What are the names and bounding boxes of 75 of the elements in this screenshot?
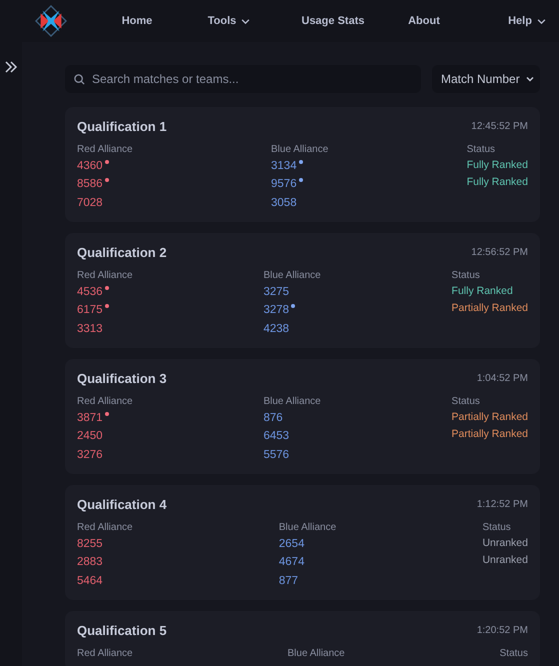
- expand-sidebar-icon[interactable]: [4, 60, 18, 74]
- column-header: Status: [452, 268, 480, 282]
- column-header: Status: [500, 646, 528, 660]
- team-number: 3134: [271, 156, 303, 175]
- sort-dropdown[interactable]: Match Number: [432, 65, 540, 93]
- ranking-status: Partially Ranked: [452, 426, 528, 442]
- column-header: Red Alliance: [77, 268, 133, 282]
- column-header: Red Alliance: [77, 142, 133, 156]
- ranking-status: Partially Ranked: [452, 300, 528, 316]
- match-time: 12:45:52 PM: [471, 120, 528, 134]
- column-header: Blue Alliance: [287, 646, 345, 660]
- team-number: 3278: [263, 301, 296, 320]
- match-card[interactable]: Qualification 2 12:56:52 PM Red Alliance 4536 6175 3313 Blue Alliance 3275 3278 4238 Status Fully Ranked Partially Ranked: [65, 233, 540, 348]
- column-header: Status: [482, 520, 511, 534]
- team-number: 9576: [271, 175, 303, 194]
- ranking-status: Partially Ranked: [452, 410, 528, 424]
- team-number: 4674: [278, 555, 304, 570]
- nav-link[interactable]: About: [383, 12, 465, 30]
- match-card[interactable]: Qualification 4 1:12:52 PM Red Alliance 8255 2883 5464 Blue Alliance 2654 4674 877 Status Unranked Unranked: [65, 485, 540, 600]
- column-header: Blue Alliance: [278, 520, 336, 534]
- team-number: 3276: [77, 448, 103, 462]
- match-time: 1:04:52 PM: [476, 372, 528, 386]
- match-title: Qualification 2: [77, 244, 167, 262]
- search-field[interactable]: Search matches or teams...: [65, 65, 421, 93]
- team-number: 4536: [77, 282, 109, 301]
- column-header: Status: [452, 394, 480, 408]
- match-time: 12:56:52 PM: [471, 246, 528, 260]
- nav-link[interactable]: Usage Stats: [283, 12, 383, 30]
- column-header: Blue Alliance: [263, 394, 321, 408]
- team-number: 4360: [77, 156, 109, 175]
- team-number: 3058: [271, 196, 297, 210]
- match-card[interactable]: Qualification 3 1:04:52 PM Red Alliance 3871 2450 3276 Blue Alliance 876 6453 5576 Status Partially Ranked Partially Ranked: [65, 359, 540, 474]
- ranking-status: Unranked: [482, 552, 528, 568]
- team-number: 8255: [77, 536, 103, 552]
- team-number: 2654: [278, 536, 304, 552]
- team-number: 5576: [263, 448, 290, 462]
- column-header: Blue Alliance: [271, 142, 328, 156]
- team-number: 3871: [77, 408, 109, 427]
- column-header: Red Alliance: [77, 394, 133, 408]
- match-title: Qualification 1: [77, 118, 167, 136]
- match-title: Qualification 5: [77, 622, 167, 640]
- team-number: 2450: [77, 429, 103, 444]
- team-number: 6175: [77, 301, 109, 320]
- team-number: 7028: [77, 196, 103, 210]
- search-icon: [74, 74, 85, 85]
- match-time: 1:12:52 PM: [476, 498, 528, 512]
- logo-icon[interactable]: [35, 4, 67, 38]
- column-header: Status: [466, 142, 496, 156]
- team-number: 877: [278, 574, 298, 588]
- nav-link[interactable]: Help: [495, 12, 559, 30]
- match-card[interactable]: Qualification 1 12:45:52 PM Red Alliance 4360 8586 7028 Blue Alliance 3134 9576 3058 Status Fully Ranked Fully Ranked: [65, 107, 540, 222]
- team-number: 3275: [263, 284, 290, 300]
- chevron-down-icon: [241, 16, 250, 26]
- column-header: Red Alliance: [77, 520, 133, 534]
- column-header: Red Alliance: [77, 646, 133, 660]
- ranking-status: Fully Ranked: [466, 158, 528, 172]
- match-title: Qualification 3: [77, 370, 167, 388]
- nav-link[interactable]: Home: [99, 12, 175, 30]
- ranking-status: Fully Ranked: [452, 284, 513, 298]
- team-number: 2883: [77, 555, 103, 570]
- team-number: 4238: [263, 322, 290, 336]
- team-number: 5464: [77, 574, 103, 588]
- team-number: 876: [263, 410, 283, 426]
- ranking-status: Fully Ranked: [466, 174, 528, 190]
- ranking-status: Unranked: [482, 536, 528, 550]
- column-header: Blue Alliance: [263, 268, 321, 282]
- match-title: Qualification 4: [77, 496, 167, 514]
- match-card[interactable]: Qualification 5 1:20:52 PM Red Alliance Blue Alliance Status: [65, 611, 540, 666]
- team-number: 6453: [263, 429, 290, 444]
- match-time: 1:20:52 PM: [476, 624, 528, 638]
- team-number: 3313: [77, 322, 103, 336]
- nav-link[interactable]: Tools: [175, 12, 283, 30]
- chevron-down-icon: [526, 75, 534, 83]
- team-number: 8586: [77, 175, 109, 194]
- chevron-down-icon: [536, 16, 546, 26]
